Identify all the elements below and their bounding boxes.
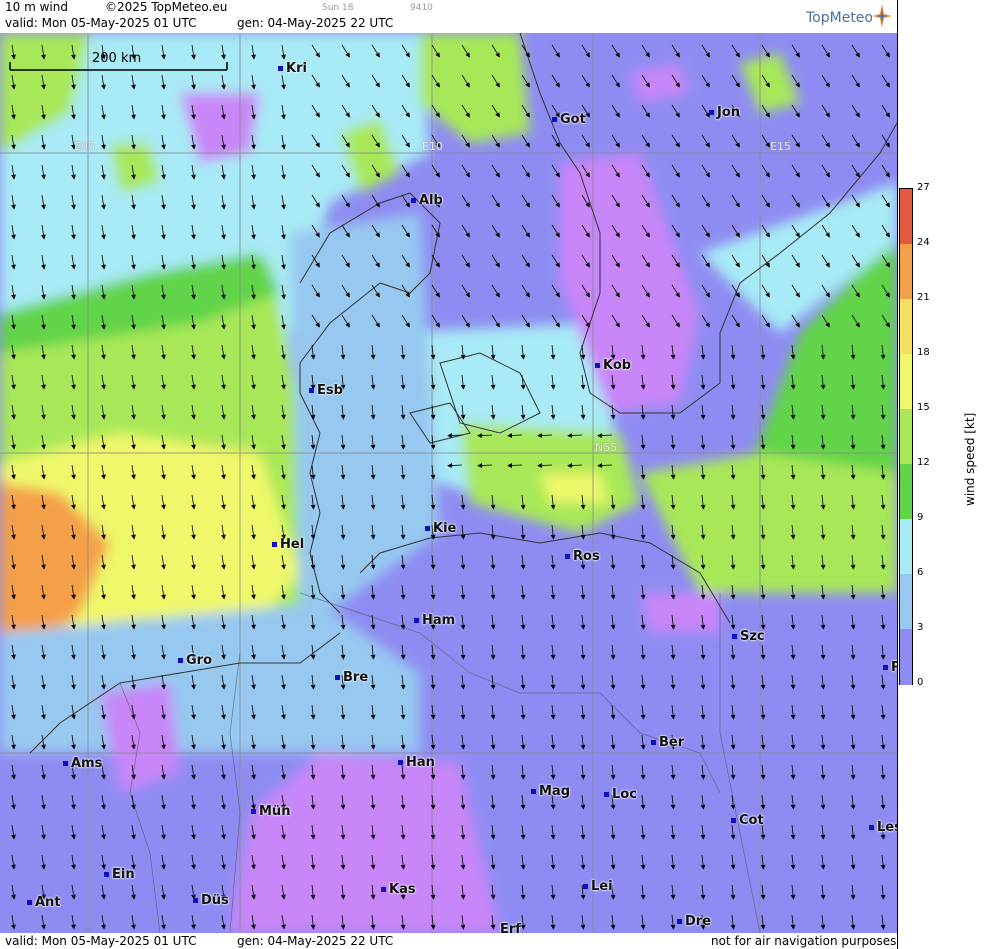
city-marker[interactable]: Erf xyxy=(492,922,521,933)
colorbar-segment xyxy=(900,574,912,630)
city-marker[interactable]: Düs xyxy=(193,893,229,908)
colorbar-tick-label: 9 xyxy=(917,512,924,523)
product-title: 10 m wind xyxy=(5,0,68,14)
colorbar-segment xyxy=(900,519,912,575)
colorbar-tick-label: 3 xyxy=(917,622,924,633)
grid-label-e15: E15 xyxy=(770,140,791,153)
colorbar-tick-label: 27 xyxy=(917,182,930,193)
generation-time: gen: 04-May-2025 22 UTC xyxy=(237,16,394,30)
colorbar-segment xyxy=(900,244,912,300)
city-marker[interactable]: Ham xyxy=(414,613,455,628)
city-marker[interactable]: Kas xyxy=(381,882,416,897)
colorbar-segment xyxy=(900,629,912,685)
scale-bar-label: 200 km xyxy=(92,51,142,66)
city-marker[interactable]: Alb xyxy=(411,193,443,208)
grid-label-e05: E05 xyxy=(74,140,95,153)
city-marker[interactable]: Dre xyxy=(677,914,711,929)
city-marker[interactable]: Ros xyxy=(565,549,600,564)
colorbar-tick-label: 6 xyxy=(917,567,924,578)
map-header: 10 m wind ©2025 TopMeteo.eu Sun 18 9410 … xyxy=(0,0,897,33)
colorbar-segment xyxy=(900,354,912,410)
footer-generation-time: gen: 04-May-2025 22 UTC xyxy=(237,934,394,948)
code-label: 9410 xyxy=(410,3,433,13)
valid-time: valid: Mon 05-May-2025 01 UTC xyxy=(5,16,197,30)
city-marker[interactable]: Loc xyxy=(604,787,637,802)
city-marker[interactable]: Lei xyxy=(583,879,613,894)
city-marker[interactable]: Kri xyxy=(278,61,307,76)
colorbar-segment xyxy=(900,409,912,465)
city-marker[interactable]: Jon xyxy=(709,105,740,120)
city-marker[interactable]: Cot xyxy=(731,813,764,828)
colorbar-tick-label: 24 xyxy=(917,237,930,248)
city-marker[interactable]: Ber xyxy=(651,735,684,750)
map-footer: valid: Mon 05-May-2025 01 UTC gen: 04-Ma… xyxy=(0,933,897,949)
colorbar-tick-label: 0 xyxy=(917,677,924,688)
city-marker[interactable]: Han xyxy=(398,755,435,770)
brand-logo: TopMeteo xyxy=(806,10,873,26)
city-marker[interactable]: Mag xyxy=(531,784,570,799)
grid-label-e10: E10 xyxy=(422,140,443,153)
city-marker[interactable]: P xyxy=(883,660,897,675)
city-marker[interactable]: Ams xyxy=(63,756,102,771)
city-marker[interactable]: Les xyxy=(869,820,897,835)
wind-map[interactable]: 200 km E05 E10 E15 N55 Kri Got Jon Alb K… xyxy=(0,33,897,933)
copyright-text: ©2025 TopMeteo.eu xyxy=(105,0,228,14)
colorbar-tick-label: 18 xyxy=(917,347,930,358)
disclaimer: not for air navigation purposes xyxy=(711,934,897,948)
city-marker[interactable]: Gro xyxy=(178,653,212,668)
city-marker[interactable]: Szc xyxy=(732,629,765,644)
colorbar-tick-label: 21 xyxy=(917,292,930,303)
compass-star-icon xyxy=(872,4,892,28)
wind-field-svg xyxy=(0,33,897,933)
city-marker[interactable]: Mün xyxy=(251,804,290,819)
city-marker[interactable]: Kie xyxy=(425,521,456,536)
colorbar-segment xyxy=(900,464,912,520)
footer-valid-time: valid: Mon 05-May-2025 01 UTC xyxy=(5,934,197,948)
city-marker[interactable]: Hel xyxy=(272,537,304,552)
sun-label: Sun 18 xyxy=(322,3,354,13)
city-marker[interactable]: Got xyxy=(552,112,586,127)
colorbar-tick-label: 15 xyxy=(917,402,930,413)
city-marker[interactable]: Esb xyxy=(309,383,343,398)
colorbar-segment xyxy=(900,299,912,355)
city-marker[interactable]: Bre xyxy=(335,670,368,685)
city-marker[interactable]: Kob xyxy=(595,358,631,373)
colorbar xyxy=(899,188,913,685)
colorbar-title: wind speed [kt] xyxy=(963,412,977,506)
city-marker[interactable]: Ant xyxy=(27,895,61,910)
colorbar-tick-label: 12 xyxy=(917,457,930,468)
grid-label-n55: N55 xyxy=(595,441,618,454)
city-marker[interactable]: Ein xyxy=(104,867,135,882)
colorbar-segment xyxy=(900,189,912,245)
